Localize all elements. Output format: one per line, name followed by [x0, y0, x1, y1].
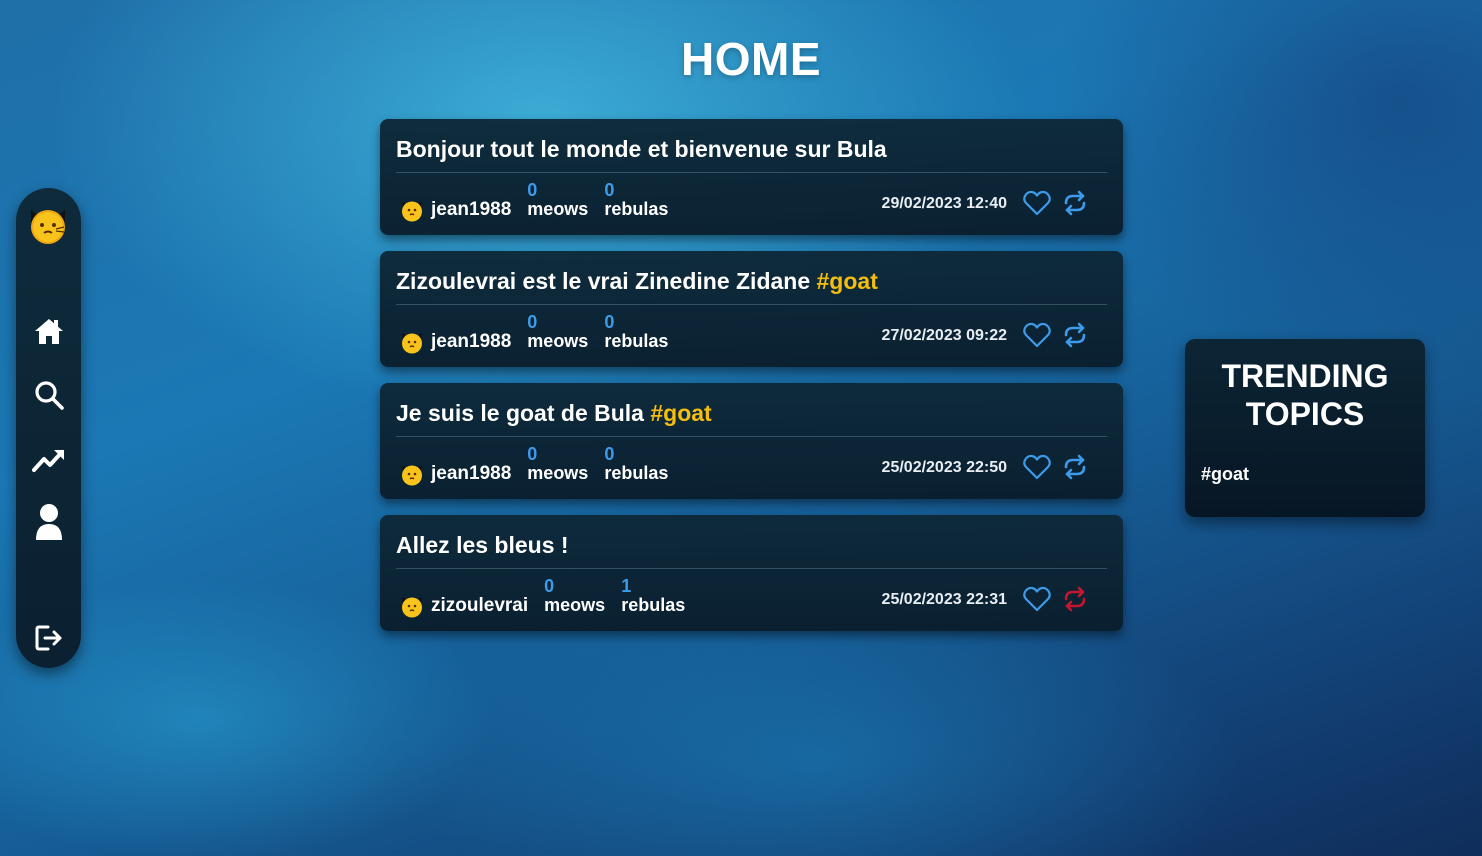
- meows-label: meows: [527, 330, 589, 351]
- post-body: Allez les bleus !: [396, 532, 569, 558]
- rebula-icon[interactable]: [1060, 454, 1090, 480]
- cat-avatar-icon[interactable]: [400, 462, 424, 486]
- trending-icon[interactable]: [32, 443, 66, 477]
- page-title: HOME: [681, 33, 821, 85]
- rebula-icon[interactable]: [1060, 586, 1090, 612]
- post-text: Allez les bleus !: [396, 532, 1107, 559]
- post-date: 25/02/2023 22:50: [881, 459, 1007, 476]
- post-card[interactable]: Allez les bleus ! zizoulevrai 0 meows 1 …: [380, 515, 1123, 631]
- trending-title-line1: TRENDING: [1221, 358, 1389, 394]
- cat-logo-icon[interactable]: [26, 202, 70, 246]
- post-username[interactable]: jean1988: [431, 331, 511, 353]
- post-date: 27/02/2023 09:22: [881, 327, 1007, 344]
- cat-avatar-icon[interactable]: [400, 198, 424, 222]
- heart-icon[interactable]: [1023, 586, 1051, 612]
- post-body: Zizoulevrai est le vrai Zinedine Zidane: [396, 268, 817, 294]
- post-meta: jean1988 0 meows 0 rebulas: [400, 445, 684, 493]
- rebulas-count: 0: [604, 180, 615, 200]
- search-icon[interactable]: [32, 378, 66, 412]
- post-body: Bonjour tout le monde et bienvenue sur B…: [396, 136, 887, 162]
- trending-tag[interactable]: #goat: [1201, 464, 1249, 485]
- sidebar: [16, 188, 81, 668]
- rebulas-label: rebulas: [604, 198, 669, 219]
- feed: Bonjour tout le monde et bienvenue sur B…: [380, 119, 1123, 647]
- meows-label: meows: [527, 462, 589, 483]
- rebulas-label: rebulas: [621, 594, 686, 615]
- post-meta: zizoulevrai 0 meows 1 rebulas: [400, 577, 701, 625]
- rebulas-label: rebulas: [604, 462, 669, 483]
- post-hashtag[interactable]: #goat: [650, 400, 711, 426]
- post-meta: jean1988 0 meows 0 rebulas: [400, 181, 684, 229]
- post-divider: [396, 304, 1107, 305]
- meows-stat: 0 meows: [527, 445, 589, 493]
- post-username[interactable]: jean1988: [431, 463, 511, 485]
- rebulas-count: 1: [621, 576, 632, 596]
- post-hashtag[interactable]: #goat: [817, 268, 878, 294]
- rebula-icon[interactable]: [1060, 190, 1090, 216]
- heart-icon[interactable]: [1023, 322, 1051, 348]
- post-date: 29/02/2023 12:40: [881, 195, 1007, 212]
- post-meta: jean1988 0 meows 0 rebulas: [400, 313, 684, 361]
- logout-icon[interactable]: [32, 621, 66, 655]
- post-card[interactable]: Zizoulevrai est le vrai Zinedine Zidane …: [380, 251, 1123, 367]
- trending-topics-panel: TRENDING TOPICS #goat: [1185, 339, 1425, 517]
- meows-count: 0: [527, 180, 538, 200]
- rebulas-stat: 0 rebulas: [604, 445, 669, 493]
- post-text: Bonjour tout le monde et bienvenue sur B…: [396, 136, 1107, 163]
- post-username[interactable]: jean1988: [431, 199, 511, 221]
- post-text: Je suis le goat de Bula #goat: [396, 400, 1107, 427]
- rebulas-stat: 1 rebulas: [621, 577, 686, 625]
- cat-avatar-icon[interactable]: [400, 594, 424, 618]
- user-icon[interactable]: [32, 504, 66, 540]
- post-body: Je suis le goat de Bula: [396, 400, 651, 426]
- rebulas-label: rebulas: [604, 330, 669, 351]
- trending-title-line2: TOPICS: [1245, 396, 1365, 432]
- meows-stat: 0 meows: [527, 313, 589, 361]
- heart-icon[interactable]: [1023, 190, 1051, 216]
- post-date: 25/02/2023 22:31: [881, 591, 1007, 608]
- home-icon[interactable]: [32, 314, 66, 348]
- post-divider: [396, 172, 1107, 173]
- post-username[interactable]: zizoulevrai: [431, 595, 528, 617]
- heart-icon[interactable]: [1023, 454, 1051, 480]
- rebula-icon[interactable]: [1060, 322, 1090, 348]
- post-divider: [396, 436, 1107, 437]
- rebulas-count: 0: [604, 312, 615, 332]
- cat-avatar-icon[interactable]: [400, 330, 424, 354]
- meows-stat: 0 meows: [527, 181, 589, 229]
- meows-stat: 0 meows: [544, 577, 606, 625]
- meows-label: meows: [527, 198, 589, 219]
- meows-count: 0: [527, 312, 538, 332]
- rebulas-stat: 0 rebulas: [604, 313, 669, 361]
- meows-label: meows: [544, 594, 606, 615]
- meows-count: 0: [527, 444, 538, 464]
- meows-count: 0: [544, 576, 555, 596]
- trending-title: TRENDING TOPICS: [1185, 357, 1425, 433]
- rebulas-stat: 0 rebulas: [604, 181, 669, 229]
- post-divider: [396, 568, 1107, 569]
- rebulas-count: 0: [604, 444, 615, 464]
- post-text: Zizoulevrai est le vrai Zinedine Zidane …: [396, 268, 1107, 295]
- post-card[interactable]: Je suis le goat de Bula #goat jean1988 0…: [380, 383, 1123, 499]
- post-card[interactable]: Bonjour tout le monde et bienvenue sur B…: [380, 119, 1123, 235]
